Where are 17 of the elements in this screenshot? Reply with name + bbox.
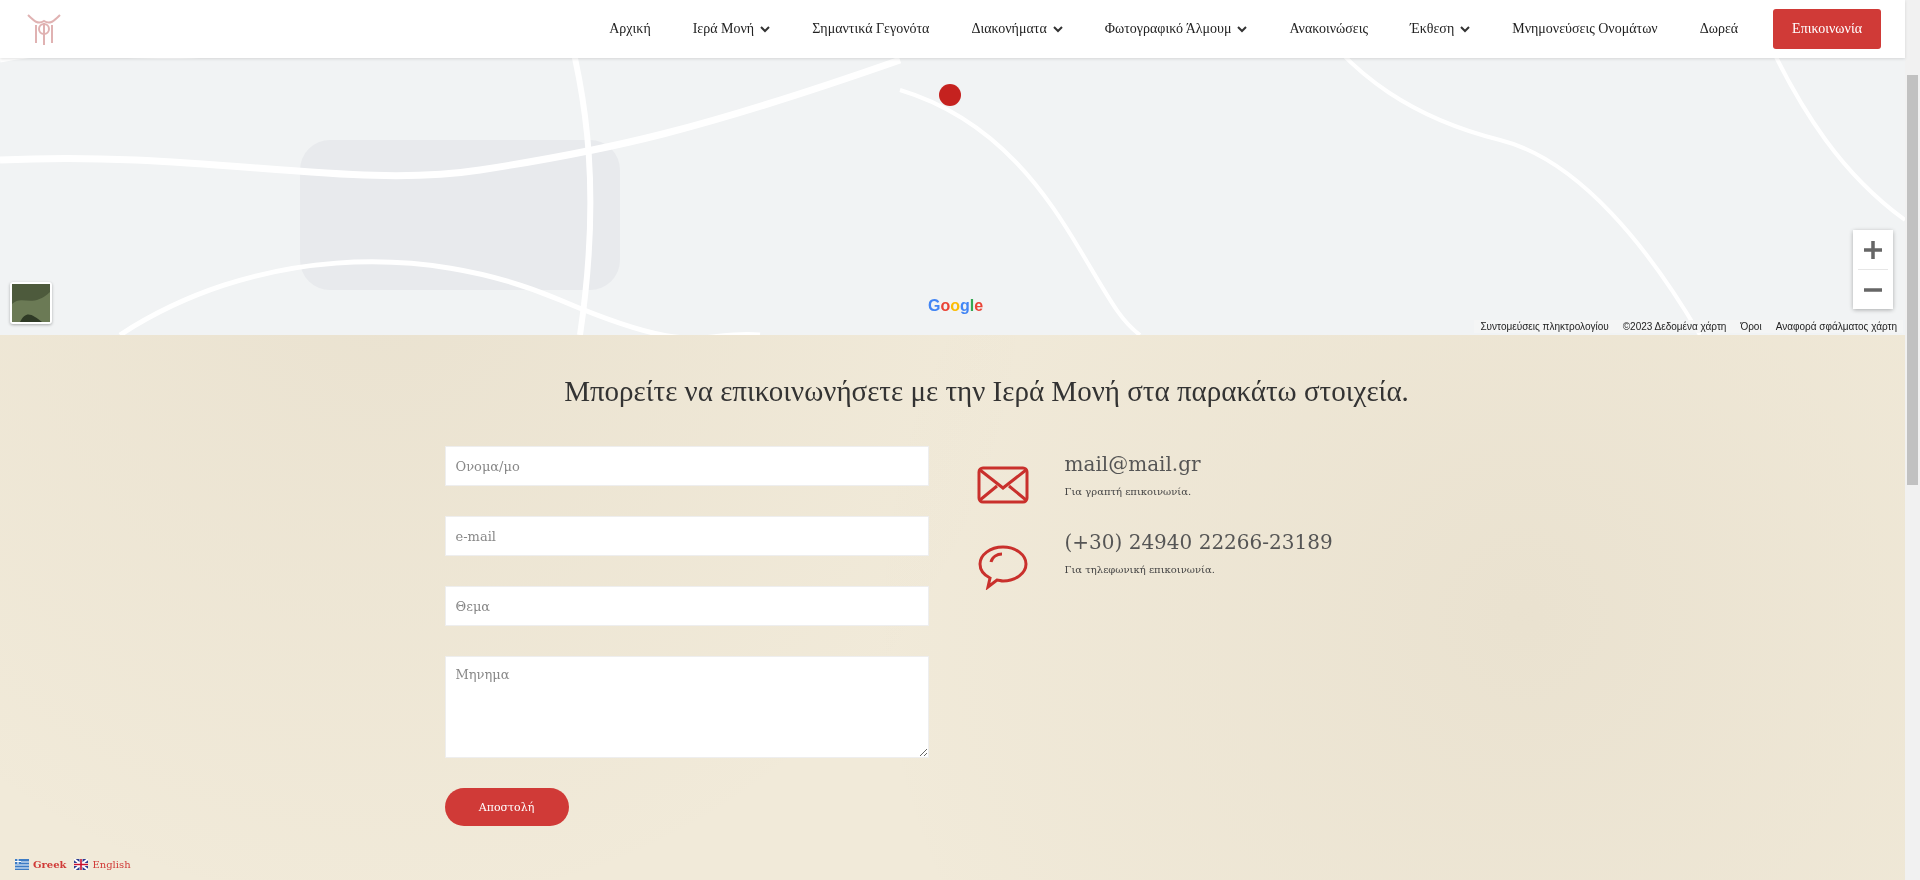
contact-value: (+30) 24940 22266-23189: [1064, 530, 1333, 554]
message-field[interactable]: Μηνημα: [444, 656, 929, 758]
input-field[interactable]: Ονομα/μο: [444, 446, 929, 486]
scrollbar[interactable]: [1905, 0, 1920, 880]
input-field[interactable]: e-mail: [444, 516, 929, 556]
flag-icon: [74, 859, 89, 870]
speech-bubble-icon: [976, 544, 1029, 590]
language-link[interactable]: Greek: [15, 859, 67, 870]
language-link[interactable]: English: [74, 859, 131, 870]
contact-note: Για τηλεφωνική επικοινωνία.: [1064, 564, 1216, 575]
contact-note: Για γραπτή επικοινωνία.: [1064, 486, 1193, 497]
envelope-icon: [976, 466, 1029, 504]
flag-icon: [15, 859, 29, 870]
contact-value: mail@mail.gr: [1064, 452, 1201, 476]
input-field[interactable]: Θεμα: [444, 586, 929, 626]
contact-heading: Μπορείτε να επικοινωνήσετε με την Ιερά Μονή στα παρακάτω στοιχεία.: [564, 375, 1409, 408]
send-button[interactable]: Αποστολή: [444, 788, 569, 826]
